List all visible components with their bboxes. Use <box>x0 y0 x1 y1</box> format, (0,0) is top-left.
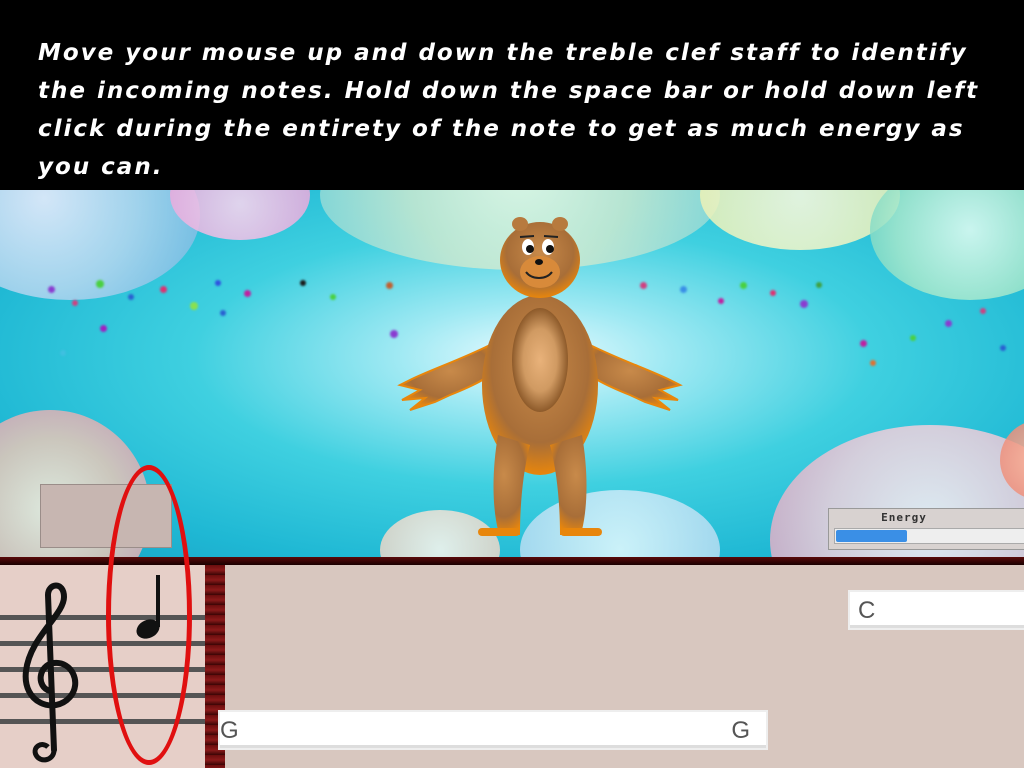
confetti <box>244 290 251 297</box>
confetti <box>330 294 336 300</box>
confetti <box>190 302 198 310</box>
confetti <box>870 360 876 366</box>
confetti <box>740 282 747 289</box>
treble-clef-icon <box>22 582 79 763</box>
confetti <box>215 280 221 286</box>
instructions-text: Move your mouse up and down the treble c… <box>38 40 980 180</box>
confetti <box>96 280 104 288</box>
confetti <box>100 325 107 332</box>
confetti <box>128 294 134 300</box>
confetti <box>718 298 724 304</box>
confetti <box>945 320 952 327</box>
bear-character <box>397 217 683 536</box>
confetti <box>300 280 306 286</box>
confetti <box>48 286 55 293</box>
highlight-ring <box>106 465 192 765</box>
confetti <box>800 300 808 308</box>
confetti <box>860 340 867 347</box>
confetti <box>980 308 986 314</box>
instruction-banner: Move your mouse up and down the treble c… <box>0 0 1024 190</box>
confetti <box>72 300 78 306</box>
energy-meter: Energy <box>828 508 1024 550</box>
incoming-note-c: C <box>848 590 1024 630</box>
energy-label: Energy <box>881 511 927 524</box>
confetti <box>220 310 226 316</box>
confetti <box>816 282 822 288</box>
confetti <box>1000 345 1006 351</box>
energy-bar-fill <box>836 530 907 542</box>
confetti <box>770 290 776 296</box>
note-label: G <box>220 717 239 744</box>
confetti <box>60 350 66 356</box>
note-label: C <box>858 597 876 624</box>
confetti <box>160 286 167 293</box>
bubble <box>870 190 1024 300</box>
confetti <box>910 335 916 341</box>
energy-bar-track <box>834 528 1024 544</box>
note-label: G <box>731 717 750 744</box>
incoming-note-g: G G <box>218 710 768 750</box>
